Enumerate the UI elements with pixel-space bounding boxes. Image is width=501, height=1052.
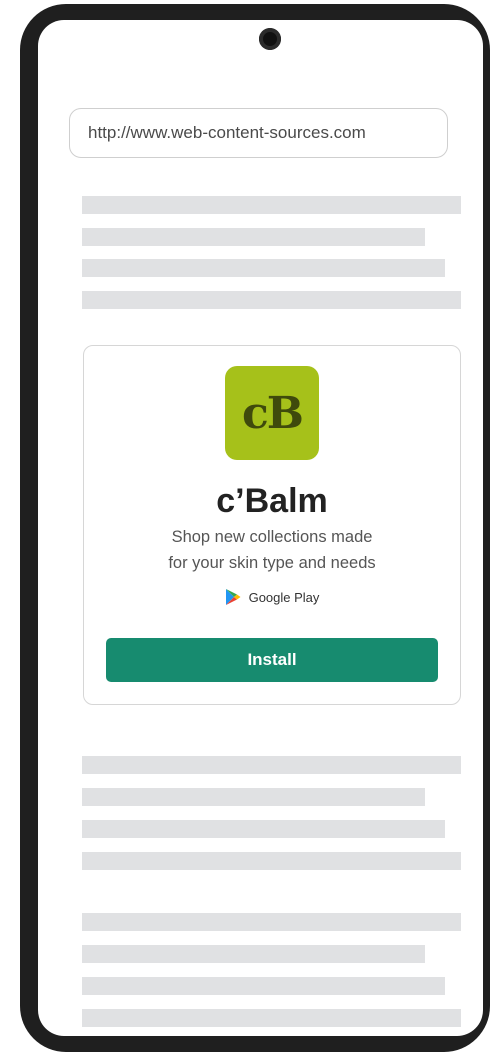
placeholder-line (82, 259, 445, 277)
camera-icon (259, 28, 281, 50)
placeholder-line (82, 945, 425, 963)
placeholder-line (82, 756, 461, 774)
app-name: c’Balm (216, 482, 328, 520)
app-icon: cB (225, 366, 319, 460)
placeholder-line (82, 291, 461, 309)
install-button[interactable]: Install (106, 638, 438, 682)
placeholder-line (82, 852, 461, 870)
placeholder-line (82, 977, 445, 995)
app-description-line: Shop new collections made (171, 528, 373, 546)
install-button-label: Install (247, 650, 297, 669)
placeholder-line (82, 788, 425, 806)
placeholder-line (82, 228, 425, 246)
store-label: Google Play (248, 589, 320, 605)
app-description-line: for your skin type and needs (168, 554, 376, 572)
url-text: http://www.web-content-sources.com (88, 123, 366, 142)
placeholder-line (82, 820, 445, 838)
url-bar[interactable]: http://www.web-content-sources.com (69, 108, 448, 158)
play-store-icon (225, 589, 241, 605)
placeholder-line (82, 913, 461, 931)
placeholder-line (82, 196, 461, 214)
store-badge: Google Play (83, 588, 461, 606)
app-icon-text: cB (242, 387, 304, 439)
app-description: Shop new collections made for your skin … (100, 524, 444, 576)
placeholder-line (82, 1009, 461, 1027)
